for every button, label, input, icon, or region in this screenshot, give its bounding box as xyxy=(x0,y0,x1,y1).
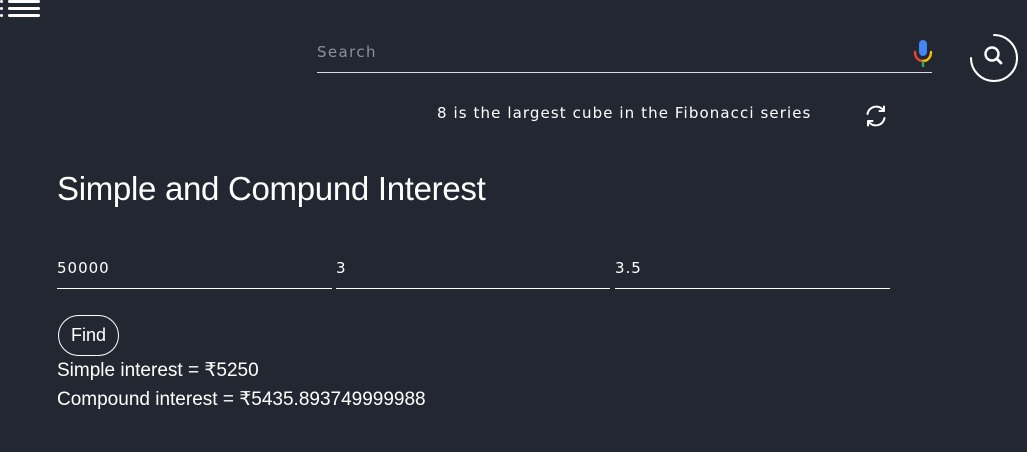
simple-interest-result: Simple interest = ₹5250 xyxy=(57,360,259,381)
principal-input[interactable] xyxy=(57,254,332,282)
microphone-icon[interactable] xyxy=(912,39,934,69)
hamburger-menu-icon[interactable] xyxy=(0,0,40,18)
rate-input[interactable] xyxy=(615,254,890,282)
search-icon xyxy=(984,46,1003,65)
search-bar xyxy=(317,34,934,73)
time-field-wrapper xyxy=(336,254,610,289)
menu-dot xyxy=(0,7,3,10)
refresh-icon[interactable] xyxy=(864,104,888,128)
rate-field-wrapper xyxy=(615,254,890,289)
menu-dot xyxy=(0,0,3,3)
time-input[interactable] xyxy=(336,254,610,282)
find-button[interactable]: Find xyxy=(58,315,119,356)
menu-bar xyxy=(8,0,40,3)
search-button[interactable] xyxy=(969,33,1019,83)
menu-dot xyxy=(0,14,3,17)
compound-interest-result: Compound interest = ₹5435.893749999988 xyxy=(57,389,426,410)
page-title: Simple and Compund Interest xyxy=(57,170,486,207)
search-button-ring xyxy=(970,34,1018,82)
menu-bar xyxy=(8,14,40,17)
fact-text: 8 is the largest cube in the Fibonacci s… xyxy=(437,104,812,122)
search-input[interactable] xyxy=(317,40,897,64)
menu-bar xyxy=(8,7,40,10)
principal-field-wrapper xyxy=(57,254,332,289)
